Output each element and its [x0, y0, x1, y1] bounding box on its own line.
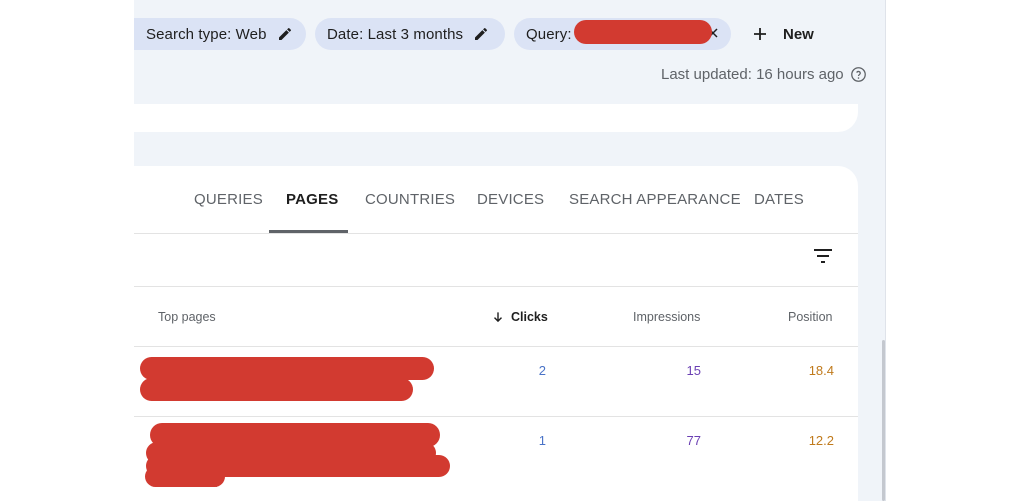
edit-icon[interactable] [277, 26, 293, 42]
previous-card [134, 104, 858, 132]
arrow-down-icon [494, 312, 502, 323]
clicks-header-label: Clicks [511, 310, 548, 324]
plus-icon [754, 28, 766, 40]
new-filter-button[interactable]: New [745, 18, 820, 50]
header-divider [134, 346, 858, 347]
column-header-clicks[interactable]: Clicks [491, 310, 548, 324]
redaction-bar [140, 378, 413, 401]
toolbar-divider [134, 286, 858, 287]
redaction-bar [574, 20, 712, 44]
tab-pages[interactable]: PAGES [286, 191, 338, 208]
position-value: 12.2 [808, 433, 834, 448]
tabs-divider [134, 233, 858, 234]
search-type-label: Search type: Web [146, 25, 267, 43]
impressions-value: 15 [686, 363, 701, 378]
query-label: Query: [526, 25, 572, 43]
last-updated-text: Last updated: 16 hours ago [661, 66, 844, 83]
tab-devices[interactable]: DEVICES [477, 191, 544, 208]
tab-queries[interactable]: QUERIES [194, 191, 263, 208]
column-header-top-pages[interactable]: Top pages [158, 310, 216, 324]
tab-dates[interactable]: DATES [754, 191, 804, 208]
row-divider [134, 416, 858, 417]
date-label: Date: Last 3 months [327, 25, 464, 43]
edit-icon[interactable] [473, 26, 489, 42]
column-header-position[interactable]: Position [788, 310, 832, 324]
help-icon[interactable] [850, 66, 867, 83]
clicks-value: 1 [538, 433, 546, 448]
position-value: 18.4 [808, 363, 834, 378]
clicks-value: 2 [538, 363, 546, 378]
redaction-bar [145, 466, 225, 487]
new-button-label: New [783, 25, 814, 43]
scrollbar[interactable] [882, 340, 885, 501]
date-chip[interactable]: Date: Last 3 months [315, 18, 505, 50]
last-updated: Last updated: 16 hours ago [661, 66, 867, 83]
tab-search-appearance[interactable]: SEARCH APPEARANCE [569, 191, 741, 208]
column-header-impressions[interactable]: Impressions [633, 310, 700, 324]
search-type-chip[interactable]: Search type: Web [134, 18, 306, 50]
tab-countries[interactable]: COUNTRIES [365, 191, 455, 208]
filter-icon[interactable] [812, 247, 834, 265]
impressions-value: 77 [686, 433, 701, 448]
redaction-bar [140, 357, 434, 380]
